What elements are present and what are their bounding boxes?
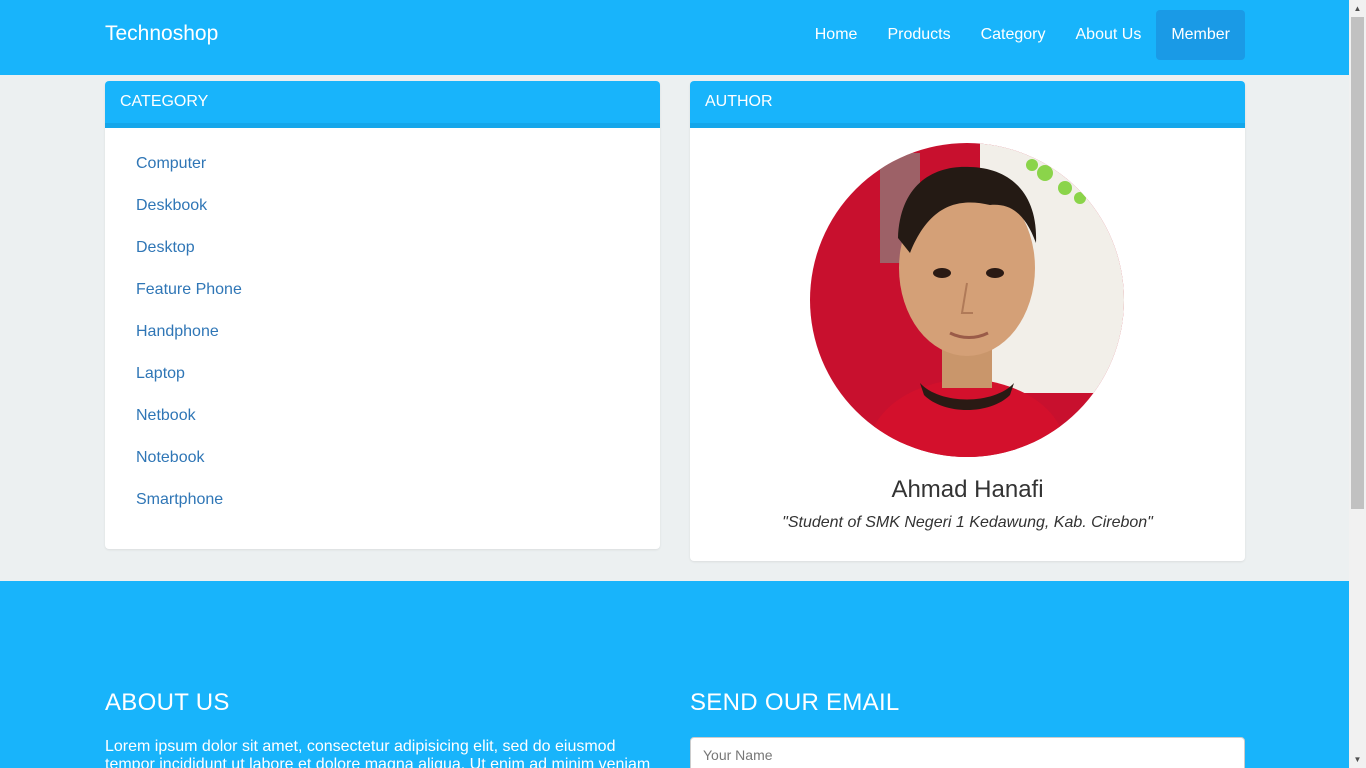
author-name: Ahmad Hanafi xyxy=(891,476,1044,503)
category-link[interactable]: Netbook xyxy=(136,404,660,446)
category-link[interactable]: Notebook xyxy=(136,446,660,488)
scroll-thumb[interactable] xyxy=(1351,17,1364,509)
category-link[interactable]: Desktop xyxy=(136,236,660,278)
author-panel-title: AUTHOR xyxy=(690,81,1245,128)
author-avatar xyxy=(810,143,1124,457)
page: Technoshop Home Products Category About … xyxy=(0,0,1349,768)
category-link[interactable]: Smartphone xyxy=(136,488,660,530)
scroll-up-arrow-icon[interactable]: ▲ xyxy=(1349,0,1366,17)
your-name-input[interactable] xyxy=(690,737,1245,768)
category-link[interactable]: Computer xyxy=(136,152,660,194)
category-link[interactable]: Feature Phone xyxy=(136,278,660,320)
author-photo xyxy=(810,143,1124,457)
author-panel: AUTHOR Ahmad Hanafi "Student of SMK Nege… xyxy=(690,81,1245,561)
nav-item-home[interactable]: Home xyxy=(800,10,873,60)
nav-menu: Home Products Category About Us Member xyxy=(800,10,1245,60)
category-list: Computer Deskbook Desktop Feature Phone … xyxy=(105,128,660,530)
footer: ABOUT US SEND OUR EMAIL Lorem ipsum dolo… xyxy=(0,581,1349,768)
category-link[interactable]: Deskbook xyxy=(136,194,660,236)
nav-item-member[interactable]: Member xyxy=(1156,10,1245,60)
nav-item-products[interactable]: Products xyxy=(872,10,965,60)
brand-logo[interactable]: Technoshop xyxy=(105,22,218,46)
about-us-text: Lorem ipsum dolor sit amet, consectetur … xyxy=(105,738,651,768)
category-panel: CATEGORY Computer Deskbook Desktop Featu… xyxy=(105,81,660,549)
nav-item-category[interactable]: Category xyxy=(966,10,1061,60)
category-link[interactable]: Handphone xyxy=(136,320,660,362)
about-us-title: ABOUT US xyxy=(105,689,230,716)
scroll-down-arrow-icon[interactable]: ▼ xyxy=(1349,751,1366,768)
author-quote: "Student of SMK Negeri 1 Kedawung, Kab. … xyxy=(782,514,1153,531)
send-email-title: SEND OUR EMAIL xyxy=(690,689,900,716)
navbar: Technoshop Home Products Category About … xyxy=(0,0,1349,75)
nav-item-about-us[interactable]: About Us xyxy=(1061,10,1157,60)
page-scrollbar[interactable]: ▲ ▼ xyxy=(1349,0,1366,768)
category-link[interactable]: Laptop xyxy=(136,362,660,404)
category-panel-title: CATEGORY xyxy=(105,81,660,128)
